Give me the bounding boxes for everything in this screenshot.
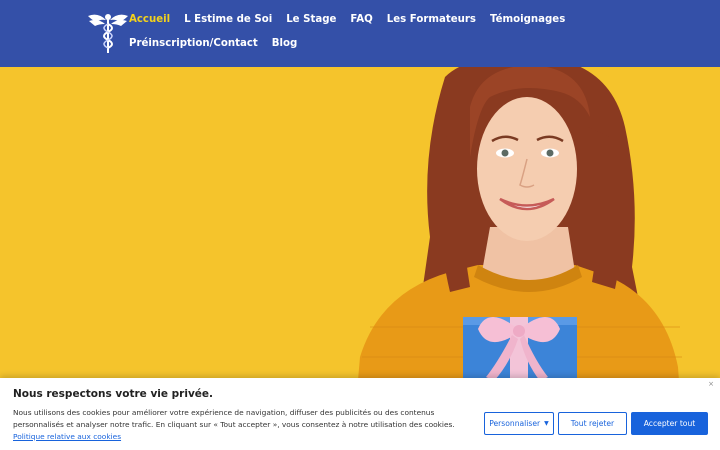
cookie-description: Nous utilisons des cookies pour améliore… [13, 407, 478, 443]
main-nav: Accueil L Estime de Soi Le Stage FAQ Les… [129, 8, 649, 56]
close-icon[interactable]: × [708, 380, 714, 388]
cookie-policy-link[interactable]: Politique relative aux cookies [13, 432, 121, 441]
customize-button[interactable]: Personnaliser ▼ [484, 412, 554, 435]
reject-all-button[interactable]: Tout rejeter [558, 412, 627, 435]
nav-item-formateurs[interactable]: Les Formateurs [387, 8, 476, 32]
page: Accueil L Estime de Soi Le Stage FAQ Les… [0, 0, 720, 450]
cookie-title: Nous respectons votre vie privée. [13, 388, 214, 400]
nav-item-faq[interactable]: FAQ [350, 8, 372, 32]
nav-item-preinscription-contact[interactable]: Préinscription/Contact [129, 32, 258, 56]
nav-item-accueil[interactable]: Accueil [129, 8, 170, 32]
cookie-banner: × Nous respectons votre vie privée. Nous… [0, 378, 720, 450]
nav-item-le-stage[interactable]: Le Stage [286, 8, 336, 32]
nav-item-temoignages[interactable]: Témoignages [490, 8, 565, 32]
nav-item-blog[interactable]: Blog [272, 32, 298, 56]
site-header: Accueil L Estime de Soi Le Stage FAQ Les… [0, 0, 720, 67]
accept-all-button[interactable]: Accepter tout [631, 412, 708, 435]
caduceus-logo-icon[interactable] [86, 10, 130, 56]
caret-down-icon: ▼ [544, 420, 549, 427]
nav-item-estime-de-soi[interactable]: L Estime de Soi [184, 8, 272, 32]
cookie-description-text: Nous utilisons des cookies pour améliore… [13, 408, 455, 429]
customize-button-label: Personnaliser [489, 419, 541, 428]
